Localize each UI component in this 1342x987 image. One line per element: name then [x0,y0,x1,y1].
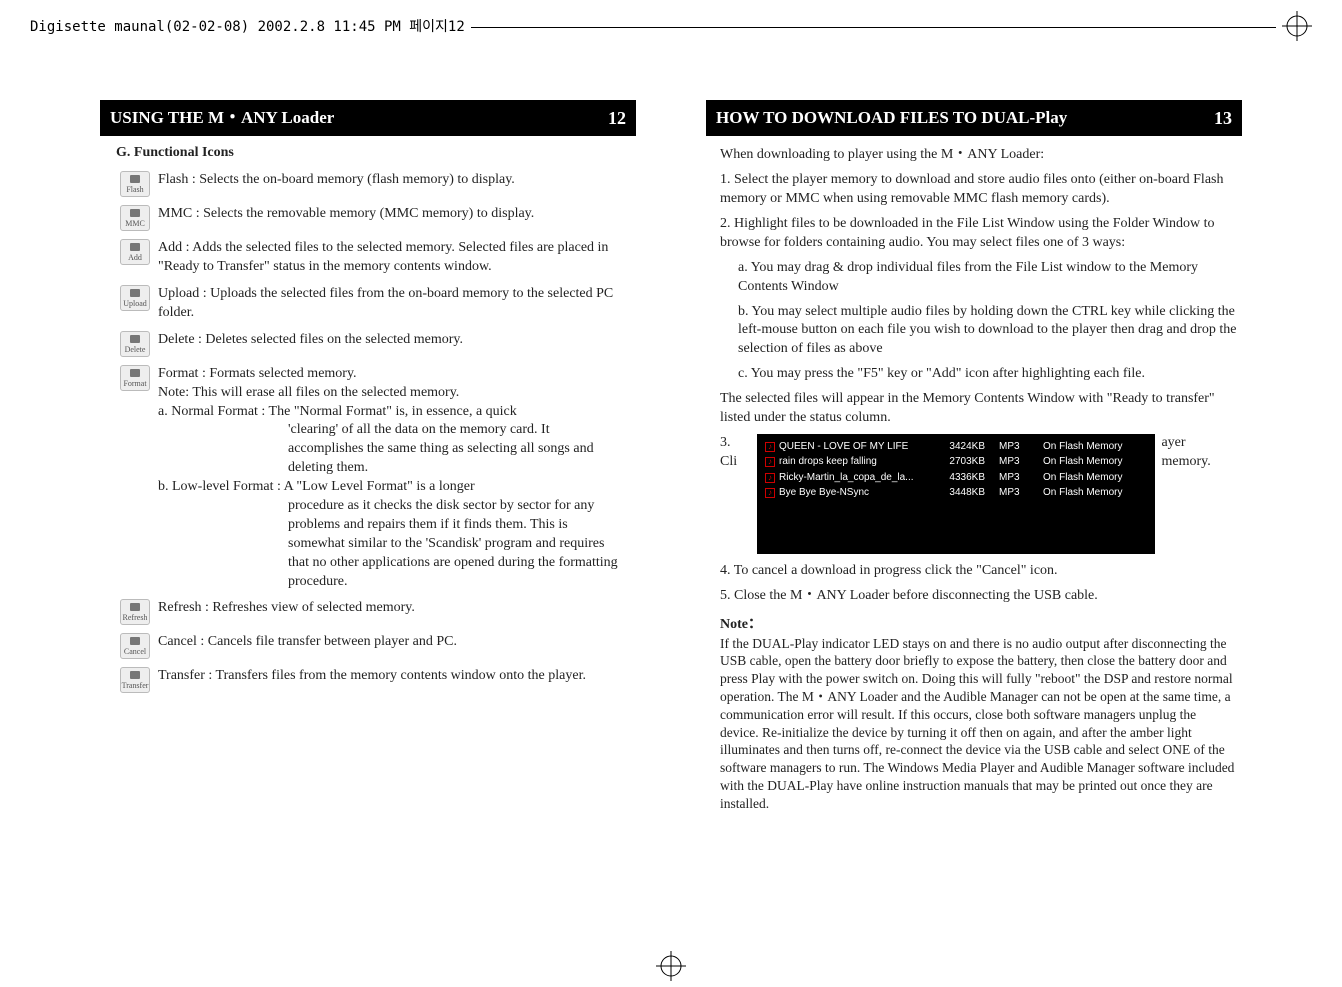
print-header-rule [471,27,1276,28]
functional-icon-row: Format Format : Formats selected memory.… [102,363,626,592]
file-size: 3448KB [939,486,985,500]
page-left-title: USING THE M・ANY Loader [110,107,334,130]
print-header-label: Digisette maunal(02-02-08) 2002.2.8 11:4… [30,16,465,36]
refresh-desc: Refresh : Refreshes view of selected mem… [158,597,626,618]
format-a-body: 'clearing' of all the data on the memory… [158,421,626,478]
page-left-header: USING THE M・ANY Loader 12 [100,100,636,136]
delete-desc: Delete : Deletes selected files on the s… [158,329,626,350]
format-a-lead: a. Normal Format : The "Normal Format" i… [158,403,626,422]
add-icon: Add [120,239,150,265]
page-right-title: HOW TO DOWNLOAD FILES TO DUAL-Play [716,107,1067,130]
screenshot-row: ♪ Bye Bye Bye-NSync 3448KB MP3 On Flash M… [765,486,1147,500]
file-size: 3424KB [939,440,985,454]
registration-mark-icon [656,951,686,981]
note-body: If the DUAL-Play indicator LED stays on … [720,635,1238,813]
page-right-number: 13 [1214,106,1232,130]
functional-icon-row: Add Add : Adds the selected files to the… [102,237,626,277]
music-note-icon: ♪ [765,488,775,498]
upload-desc: Upload : Uploads the selected files from… [158,283,626,323]
cancel-icon: Cancel [120,633,150,659]
format-desc: Format : Formats selected memory. Note: … [158,363,626,592]
screenshot-row: ♪ rain drops keep falling 2703KB MP3 On F… [765,455,1147,469]
functional-icon-row: Cancel Cancel : Cancels file transfer be… [102,631,626,659]
functional-icon-row: Delete Delete : Deletes selected files o… [102,329,626,357]
page-left: USING THE M・ANY Loader 12 G. Functional … [100,100,636,813]
functional-icon-row: Flash Flash : Selects the on-board memor… [102,169,626,197]
file-name: Bye Bye Bye-NSync [779,487,869,498]
file-type: MP3 [999,440,1029,454]
transfer-desc: Transfer : Transfers files from the memo… [158,665,626,686]
mmc-icon: MMC [120,205,150,231]
page-right-body: When downloading to player using the M・A… [706,136,1242,812]
step-2c: c. You may press the "F5" key or "Add" i… [720,365,1238,384]
file-status: On Flash Memory [1043,486,1147,500]
functional-icon-row: Transfer Transfer : Transfers files from… [102,665,626,693]
step-3-prefix: 3. Cli [720,434,751,472]
file-status: On Flash Memory [1043,455,1147,469]
page-right-header: HOW TO DOWNLOAD FILES TO DUAL-Play 13 [706,100,1242,136]
step-3-row: 3. Cli ♪ QUEEN - LOVE OF MY LIFE 3424KB M… [720,434,1238,554]
file-size: 2703KB [939,455,985,469]
step-2a: a. You may drag & drop individual files … [720,259,1238,297]
memory-contents-screenshot: ♪ QUEEN - LOVE OF MY LIFE 3424KB MP3 On F… [757,434,1155,554]
format-b-lead: b. Low-level Format : A "Low Level Forma… [158,478,626,497]
file-status: On Flash Memory [1043,471,1147,485]
flash-desc: Flash : Selects the on-board memory (fla… [158,169,626,190]
functional-icon-row: MMC MMC : Selects the removable memory (… [102,203,626,231]
note-heading: Note： [720,616,1238,635]
music-note-icon: ♪ [765,457,775,467]
step-2b: b. You may select multiple audio files b… [720,303,1238,360]
page-left-number: 12 [608,106,626,130]
music-note-icon: ♪ [765,442,775,452]
flash-icon: Flash [120,171,150,197]
file-type: MP3 [999,471,1029,485]
intro-line: When downloading to player using the M・A… [720,146,1238,165]
screenshot-row: ♪ Ricky-Martin_la_copa_de_la... 4336KB MP… [765,471,1147,485]
refresh-icon: Refresh [120,599,150,625]
file-type: MP3 [999,455,1029,469]
step-1: 1. Select the player memory to download … [720,171,1238,209]
file-status: On Flash Memory [1043,440,1147,454]
page-left-body: G. Functional Icons Flash Flash : Select… [100,144,636,693]
functional-icon-row: Upload Upload : Uploads the selected fil… [102,283,626,323]
file-size: 4336KB [939,471,985,485]
step-5: 5. Close the M・ANY Loader before disconn… [720,587,1238,606]
page-right: HOW TO DOWNLOAD FILES TO DUAL-Play 13 Wh… [706,100,1242,813]
delete-icon: Delete [120,331,150,357]
step-3-suffix: ayer memory. [1161,434,1238,472]
registration-mark-icon [1282,11,1312,41]
format-b-body: procedure as it checks the disk sector b… [158,497,626,591]
screenshot-row: ♪ QUEEN - LOVE OF MY LIFE 3424KB MP3 On F… [765,440,1147,454]
step-4: 4. To cancel a download in progress clic… [720,562,1238,581]
music-note-icon: ♪ [765,473,775,483]
add-desc: Add : Adds the selected files to the sel… [158,237,626,277]
print-header: Digisette maunal(02-02-08) 2002.2.8 11:4… [30,8,1312,44]
step-2: 2. Highlight files to be downloaded in t… [720,215,1238,253]
format-note: Note: This will erase all files on the s… [158,384,626,403]
format-icon: Format [120,365,150,391]
file-name: Ricky-Martin_la_copa_de_la... [779,472,914,483]
format-line: Format : Formats selected memory. [158,365,626,384]
mmc-desc: MMC : Selects the removable memory (MMC … [158,203,626,224]
transfer-icon: Transfer [120,667,150,693]
cancel-desc: Cancel : Cancels file transfer between p… [158,631,626,652]
spread: USING THE M・ANY Loader 12 G. Functional … [0,0,1342,813]
upload-icon: Upload [120,285,150,311]
file-name: rain drops keep falling [779,456,877,467]
section-title: G. Functional Icons [102,144,626,163]
functional-icon-row: Refresh Refresh : Refreshes view of sele… [102,597,626,625]
selected-files-para: The selected files will appear in the Me… [720,390,1238,428]
file-type: MP3 [999,486,1029,500]
file-name: QUEEN - LOVE OF MY LIFE [779,441,908,452]
